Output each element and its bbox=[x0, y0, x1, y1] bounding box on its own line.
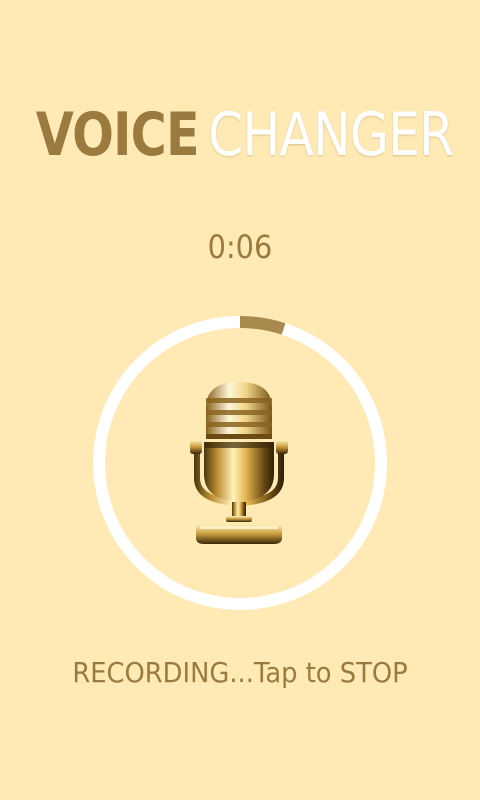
recording-status[interactable]: RECORDING...Tap to STOP bbox=[19, 656, 461, 689]
title-voice: VOICE bbox=[35, 100, 200, 170]
app-title: VOICE CHANGER bbox=[0, 100, 480, 170]
recording-timer: 0:06 bbox=[207, 228, 273, 266]
title-changer: CHANGER bbox=[208, 100, 454, 170]
microphone-icon[interactable] bbox=[186, 378, 292, 550]
